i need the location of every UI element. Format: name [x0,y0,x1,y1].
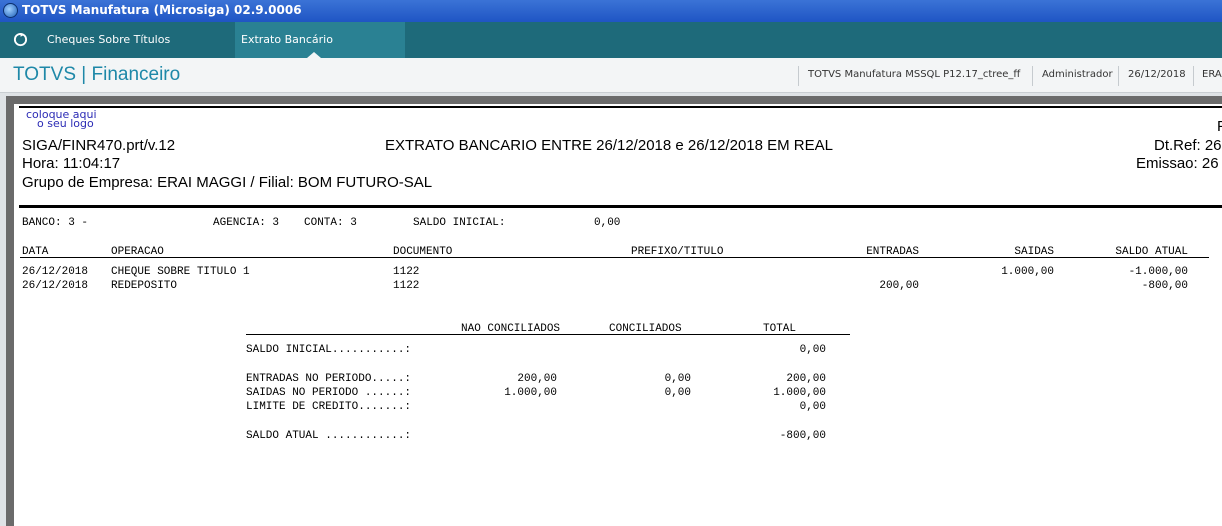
header-divider [1032,66,1033,86]
report-time: Hora: 11:04:17 [22,155,121,172]
header-rule [19,205,1222,208]
columns-rule [20,257,1209,258]
row-operacao: REDEPOSITO [111,280,178,292]
summary-saldo-inicial-total: 0,00 [799,344,826,356]
summary-saldo-atual-total: -800,00 [779,430,826,442]
summary-saidas-nao: 1.000,00 [504,387,557,399]
tab-strip: Cheques Sobre Títulos [02.9.0006]✕ Extra… [0,22,1222,82]
report-program: SIGA/FINR470.prt/v.12 [22,137,176,154]
summary-saidas-label: SAIDAS NO PERIODO ......: [246,387,412,399]
summary-limite-total: 0,00 [799,401,826,413]
user-label: Administrador [1042,69,1113,80]
report-logo-placeholder: coloque aqui o seu logo [26,109,97,130]
summary-saldo-atual-label: SALDO ATUAL ............: [246,430,412,442]
banco: BANCO: 3 - [22,217,89,229]
environment-label: TOTVS Manufatura MSSQL P12.17_ctree_ff [808,69,1021,80]
summary-saldo-inicial-label: SALDO INICIAL...........: [246,344,412,356]
page-label: F [1217,118,1222,135]
row-entradas: 200,00 [879,280,919,292]
summary-entradas-nao: 200,00 [517,373,557,385]
row-saldo: -1.000,00 [1128,266,1188,278]
row-operacao: CHEQUE SOBRE TITULO 1 [111,266,250,278]
saldo-inicial-label: SALDO INICIAL: [413,217,506,229]
logo-text-line: o seu logo [37,117,94,130]
report-page: coloque aqui o seu logo SIGA/FINR470.prt… [14,104,1222,526]
report-title: EXTRATO BANCARIO ENTRE 26/12/2018 e 26/1… [385,137,833,154]
row-documento: 1122 [393,280,420,292]
row-date: 26/12/2018 [22,280,89,292]
summary-entradas-conc: 0,00 [664,373,691,385]
app-logo-icon [3,3,18,18]
dt-ref: Dt.Ref: 26 [1154,137,1222,154]
top-rule [19,106,1222,108]
summary-entradas-total: 200,00 [786,373,826,385]
header-divider [1118,66,1119,86]
saldo-inicial-value: 0,00 [594,217,621,229]
agencia: AGENCIA: 3 [213,217,280,229]
row-documento: 1122 [393,266,420,278]
summary-limite-label: LIMITE DE CREDITO.......: [246,401,412,413]
summary-saidas-conc: 0,00 [664,387,691,399]
date-label: 26/12/2018 [1128,69,1186,80]
summary-rule [246,334,850,335]
company-label: ERA [1202,69,1222,80]
summary-saidas-total: 1.000,00 [773,387,826,399]
summary-entradas-label: ENTRADAS NO PERIODO.....: [246,373,412,385]
window-titlebar: TOTVS Manufatura (Microsiga) 02.9.0006 [0,0,1222,22]
row-saidas: 1.000,00 [1001,266,1054,278]
row-date: 26/12/2018 [22,266,89,278]
header-divider [1193,66,1194,86]
module-header: TOTVS | Financeiro TOTVS Manufatura MSSQ… [0,58,1222,93]
header-divider [798,66,799,86]
refresh-icon[interactable] [13,32,28,47]
report-group: Grupo de Empresa: ERAI MAGGI / Filial: B… [22,174,433,191]
window-title: TOTVS Manufatura (Microsiga) 02.9.0006 [22,3,302,17]
emissao: Emissao: 26 [1136,155,1219,172]
conta: CONTA: 3 [304,217,357,229]
module-brand: TOTVS | Financeiro [13,64,181,85]
row-saldo: -800,00 [1141,280,1188,292]
tab-cheques-sobre-titulos[interactable]: Cheques Sobre Títulos [02.9.0006]✕ [39,22,243,82]
tab-extrato-bancario[interactable]: Extrato Bancário [02.9.0006]✕ [235,22,405,82]
